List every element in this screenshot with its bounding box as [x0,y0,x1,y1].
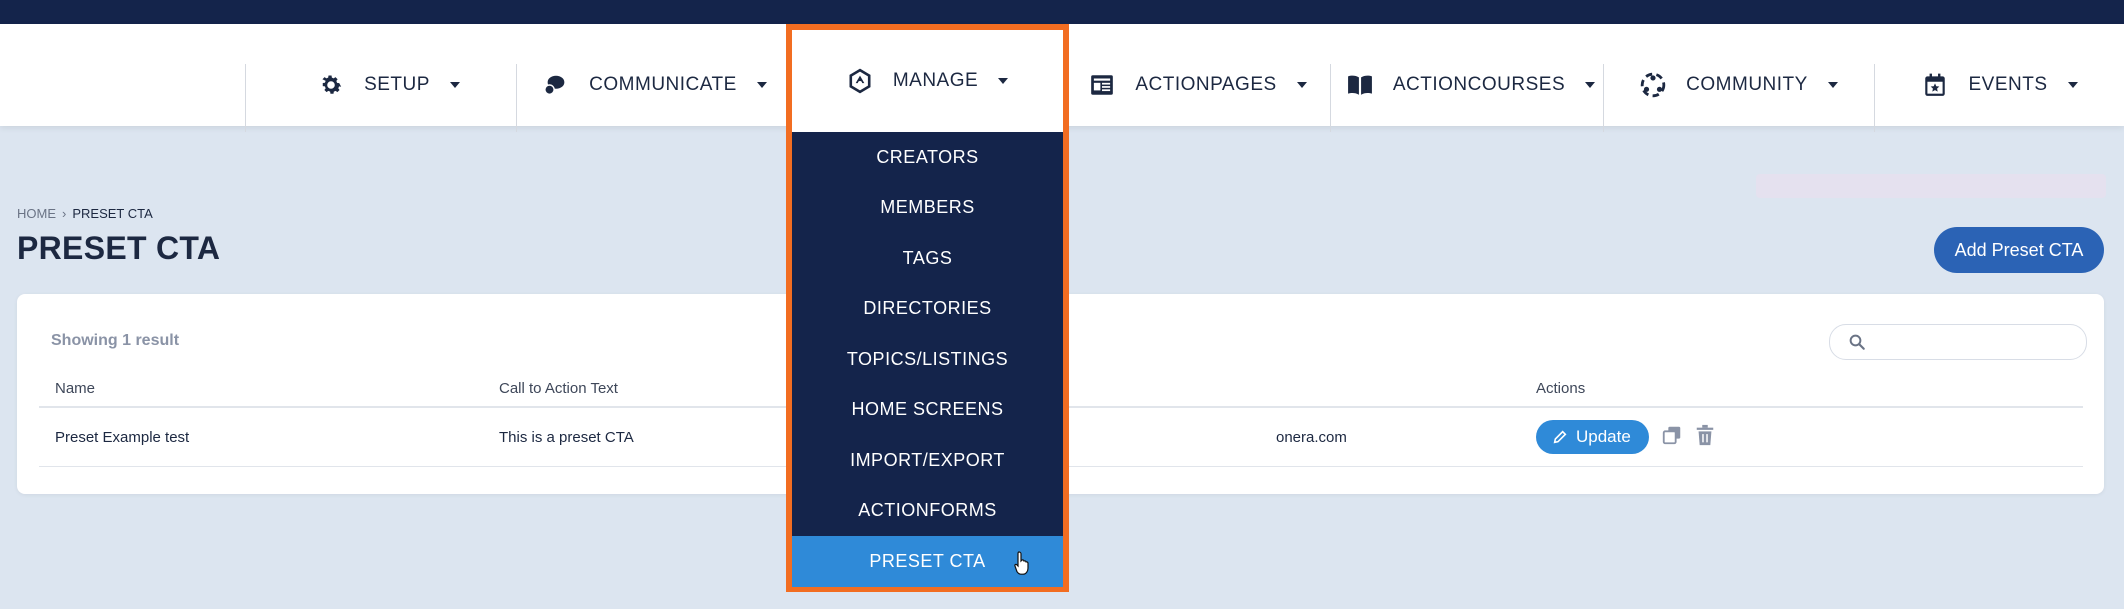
top-strip [0,0,2124,24]
nav-divider [245,64,246,132]
update-label: Update [1576,427,1631,446]
book-icon [1347,72,1373,98]
nav-divider [1330,64,1331,132]
add-preset-cta-button[interactable]: Add Preset CTA [1934,227,2104,273]
gear-icon [318,72,344,98]
cell-actions: Update [1520,407,2083,467]
column-header-actions: Actions [1520,370,2083,408]
breadcrumb-home[interactable]: HOME [17,206,56,221]
menu-item-members[interactable]: MEMBERS [792,183,1063,234]
nav-actionpages[interactable]: ACTIONPAGES [1070,40,1326,130]
caret-down-icon [998,78,1009,84]
nav-label: ACTIONCOURSES [1392,74,1566,95]
pencil-icon [1553,430,1567,444]
nav-divider [516,64,517,132]
caret-down-icon [756,82,767,88]
caret-down-icon [449,82,460,88]
nav-label: MANAGE [892,70,979,91]
caret-down-icon [2067,82,2078,88]
caret-down-icon [1827,82,1838,88]
menu-item-creators[interactable]: CREATORS [792,132,1063,183]
nav-label: COMMUNICATE [589,74,737,95]
page-title: PRESET CTA [17,230,221,266]
page-icon [1089,72,1115,98]
nav-manage-label-wrap: MANAGE [792,30,1063,132]
nav-actioncourses[interactable]: ACTIONCOURSES [1340,40,1602,130]
nav-label: EVENTS [1968,74,2048,95]
calendar-icon [1922,72,1948,98]
cell-link: onera.com [1049,407,1520,467]
manage-dropdown-highlight: MANAGE CREATORS MEMBERS TAGS DIRECTORIES… [786,24,1069,592]
nav-setup[interactable]: SETUP [262,40,516,130]
placeholder-bar [1756,174,2106,198]
menu-item-directories[interactable]: DIRECTORIES [792,284,1063,335]
manage-icon [847,68,873,94]
nav-community[interactable]: COMMUNITY [1612,40,1866,130]
duplicate-icon[interactable] [1661,424,1683,450]
menu-item-import-export[interactable]: IMPORT/EXPORT [792,435,1063,486]
chevron-right-icon: › [62,206,67,221]
search-box[interactable] [1829,324,2087,360]
update-button[interactable]: Update [1536,420,1649,454]
trash-icon[interactable] [1695,424,1715,450]
hand-cursor-icon [1014,551,1029,575]
column-header-name: Name [39,370,483,408]
search-input[interactable] [1876,329,2080,355]
cell-name: Preset Example test [39,407,483,467]
nav-divider [1603,64,1604,132]
column-header-link [1049,370,1520,408]
result-count: Showing 1 result [51,332,180,349]
caret-down-icon [1296,82,1307,88]
menu-item-topics-listings[interactable]: TOPICS/LISTINGS [792,334,1063,385]
nav-label: SETUP [364,74,430,95]
nav-divider [1874,64,1875,132]
nav-label: ACTIONPAGES [1135,74,1277,95]
chat-icon [543,72,569,98]
nav-events[interactable]: EVENTS [1900,40,2100,130]
nav-communicate[interactable]: COMMUNICATE [526,40,784,130]
community-icon [1640,72,1666,98]
menu-item-tags[interactable]: TAGS [792,233,1063,284]
manage-menu: CREATORS MEMBERS TAGS DIRECTORIES TOPICS… [792,132,1063,587]
search-icon [1849,334,1865,350]
breadcrumb-current: PRESET CTA [72,206,153,221]
breadcrumb: HOME › PRESET CTA [17,206,153,221]
nav-manage[interactable]: MANAGE [792,30,1063,132]
menu-item-home-screens[interactable]: HOME SCREENS [792,385,1063,436]
menu-item-actionforms[interactable]: ACTIONFORMS [792,486,1063,537]
nav-label: COMMUNITY [1686,74,1808,95]
caret-down-icon [1585,82,1596,88]
